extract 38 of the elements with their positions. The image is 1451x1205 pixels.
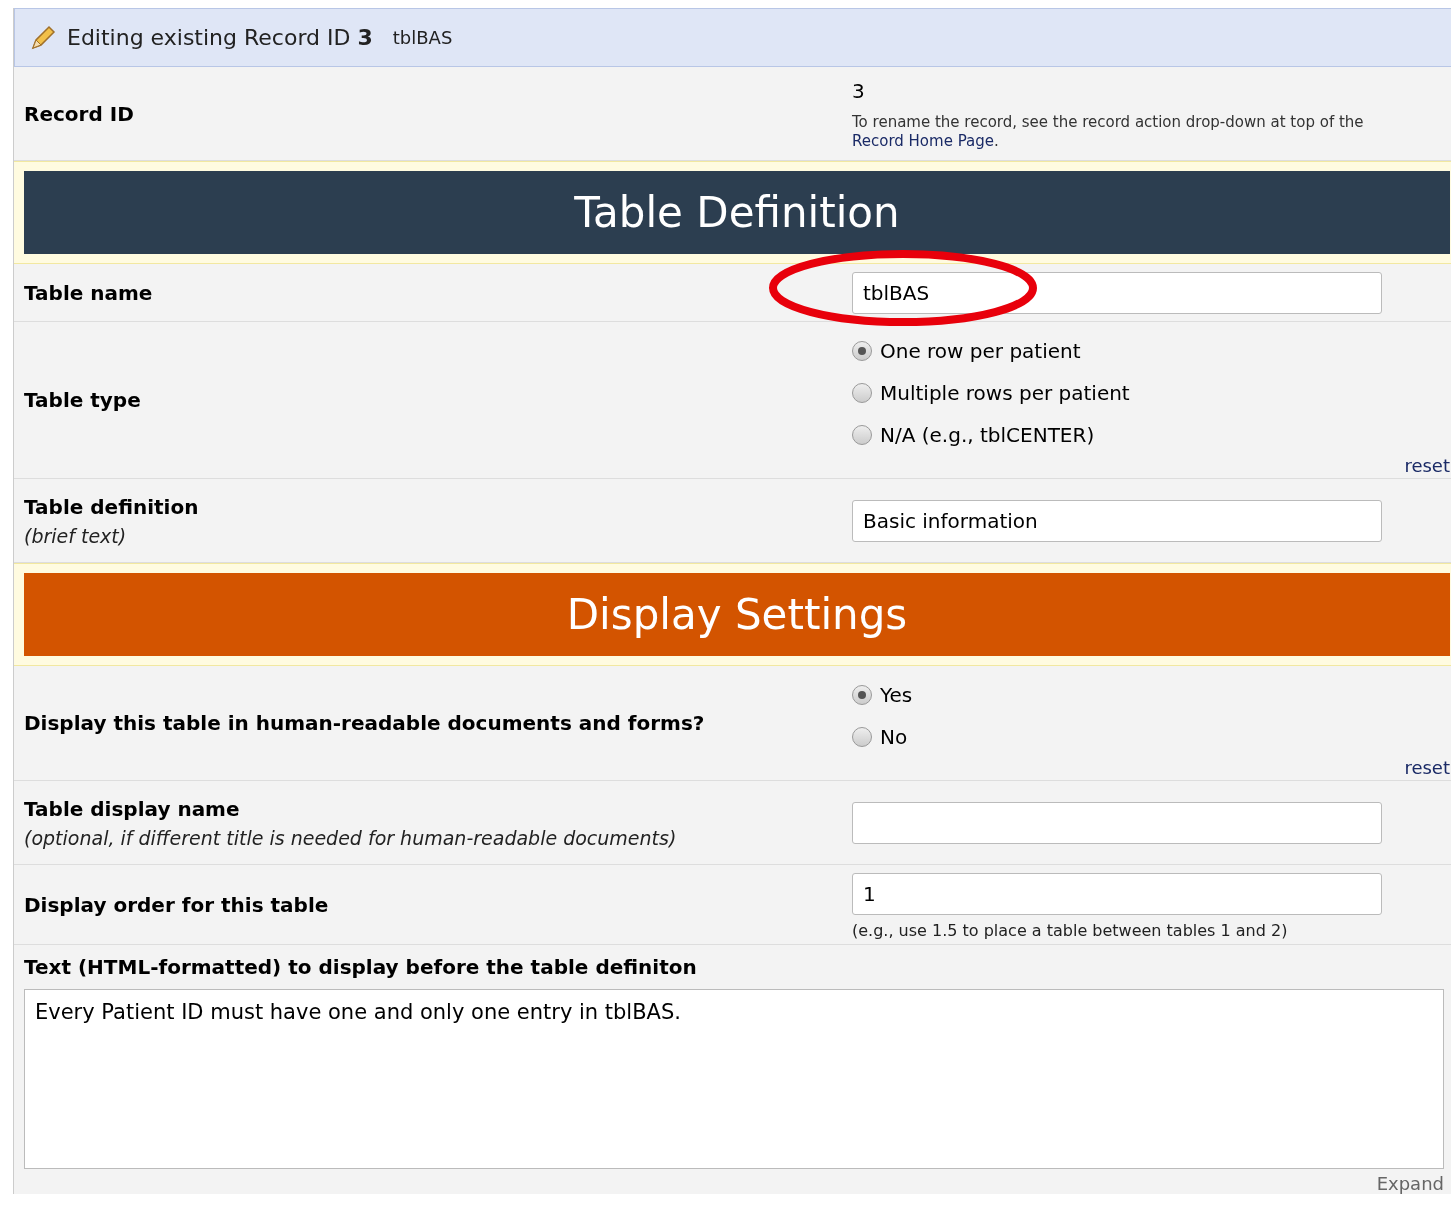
field-label: Record ID: [24, 101, 135, 126]
radio-label[interactable]: One row per patient: [880, 339, 1081, 363]
reset-link[interactable]: reset: [1404, 757, 1450, 778]
rename-note: To rename the record, see the record action drop-down at top of the Record Home Page.: [852, 113, 1365, 151]
radio-button[interactable]: [852, 685, 872, 705]
record-id-value: 3: [852, 79, 866, 103]
radio-label[interactable]: N/A (e.g., tblCENTER): [880, 423, 1095, 447]
radio-label[interactable]: Yes: [880, 683, 913, 707]
field-sublabel: (optional, if different title is needed for human-readable documents): [24, 826, 678, 849]
text-field[interactable]: [852, 801, 1382, 844]
field-label: Display this table in human-readable documents and forms?: [24, 711, 706, 735]
radio-label[interactable]: Multiple rows per patient: [880, 381, 1130, 405]
radio-button[interactable]: [852, 425, 872, 445]
field-label: Table type: [24, 388, 142, 412]
section-header: Table Definition: [24, 171, 1450, 254]
field-label: Table definition: [24, 494, 200, 519]
pencil-icon: [29, 23, 57, 52]
radio-button[interactable]: [852, 727, 872, 747]
radio-button[interactable]: [852, 383, 872, 403]
field-hint: (e.g., use 1.5 to place a table between tables 1 and 2): [852, 921, 1289, 940]
record-home-link[interactable]: Record Home Page: [852, 132, 994, 150]
text-field[interactable]: Basic information: [852, 499, 1382, 542]
field-label: Table display name: [24, 796, 241, 821]
text-field[interactable]: tblBAS: [852, 271, 1382, 314]
field-label: Text (HTML-formatted) to display before the table definiton: [24, 955, 698, 979]
text-area[interactable]: Every Patient ID must have one and only one entry in tblBAS.: [24, 989, 1444, 1169]
note-period: .: [994, 132, 999, 150]
field-label: Table name: [24, 280, 154, 305]
radio-button[interactable]: [852, 341, 872, 361]
reset-link[interactable]: reset: [1404, 455, 1450, 476]
section-header: Display Settings: [24, 573, 1450, 656]
field-label: Display order for this table: [24, 892, 330, 917]
field-sublabel: (brief text): [24, 524, 128, 547]
table-tag: tblBAS: [392, 27, 453, 48]
header-title: Editing existing Record ID 3: [67, 25, 373, 50]
expand-link[interactable]: Expand: [1376, 1173, 1444, 1194]
radio-label[interactable]: No: [880, 725, 908, 749]
text-field[interactable]: 1: [852, 873, 1382, 915]
